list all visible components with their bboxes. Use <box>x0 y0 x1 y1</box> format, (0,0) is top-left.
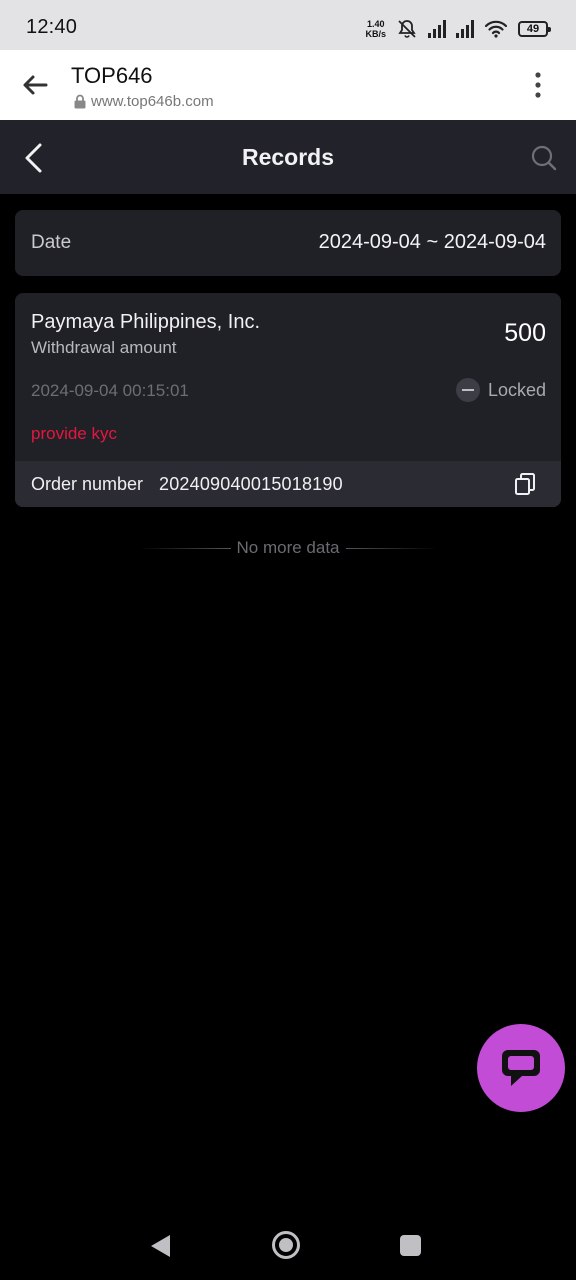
network-speed-value: 1.40 <box>366 19 385 29</box>
status-bar: 12:40 1.40 KB/s 49 <box>0 0 576 50</box>
order-number-value: 202409040015018190 <box>159 474 343 494</box>
record-type: Withdrawal amount <box>31 338 177 357</box>
back-arrow-icon[interactable] <box>20 72 50 98</box>
nav-recents-icon[interactable] <box>400 1235 421 1256</box>
lock-icon <box>74 94 86 109</box>
record-datetime: 2024-09-04 00:15:01 <box>31 381 189 400</box>
minus-circle-icon <box>455 378 480 402</box>
battery-icon: 49 <box>518 21 551 37</box>
order-number-label: Order number <box>31 474 144 494</box>
list-end-text: No more data <box>236 538 340 557</box>
wifi-icon <box>484 20 508 38</box>
browser-url-text: www.top646b.com <box>91 93 214 110</box>
record-note: provide kyc <box>31 424 117 443</box>
record-amount: 500 <box>504 319 546 347</box>
browser-url[interactable]: www.top646b.com <box>73 93 214 110</box>
status-icons: 1.40 KB/s 49 <box>365 16 551 42</box>
browser-page-title: TOP646 <box>71 63 153 88</box>
order-number-bar: Order number 202409040015018190 <box>15 461 561 507</box>
network-speed-unit: KB/s <box>365 29 386 39</box>
app-header: Records <box>0 120 576 194</box>
mute-bell-icon <box>398 20 416 38</box>
system-nav-bar <box>0 1205 576 1280</box>
status-time: 12:40 <box>26 16 78 38</box>
record-merchant: Paymaya Philippines, Inc. <box>31 311 261 333</box>
date-range[interactable]: 2024-09-04 ~ 2024-09-04 <box>319 231 546 254</box>
record-status-label: Locked <box>487 379 546 400</box>
browser-bar: TOP646 www.top646b.com <box>0 50 576 120</box>
list-end-indicator: No more data <box>0 538 576 558</box>
divider <box>138 547 231 549</box>
network-speed: 1.40 KB/s <box>365 19 386 39</box>
battery-level: 49 <box>526 23 540 35</box>
date-filter[interactable]: Date 2024-09-04 ~ 2024-09-04 <box>15 210 561 276</box>
nav-home-icon[interactable] <box>271 1230 301 1260</box>
record-status: Locked <box>455 378 546 402</box>
page-title: Records <box>241 144 335 170</box>
search-icon[interactable] <box>530 144 558 172</box>
signal-icon <box>456 20 474 38</box>
signal-icon <box>428 20 446 38</box>
more-vert-icon[interactable] <box>526 70 550 100</box>
record-card: Paymaya Philippines, Inc. Withdrawal amo… <box>15 293 561 507</box>
nav-back-icon[interactable] <box>148 1233 172 1259</box>
chat-bubble-icon <box>502 1050 540 1086</box>
copy-icon[interactable] <box>513 472 537 496</box>
chat-button[interactable] <box>477 1024 565 1112</box>
divider <box>345 547 438 549</box>
date-label: Date <box>31 232 72 253</box>
